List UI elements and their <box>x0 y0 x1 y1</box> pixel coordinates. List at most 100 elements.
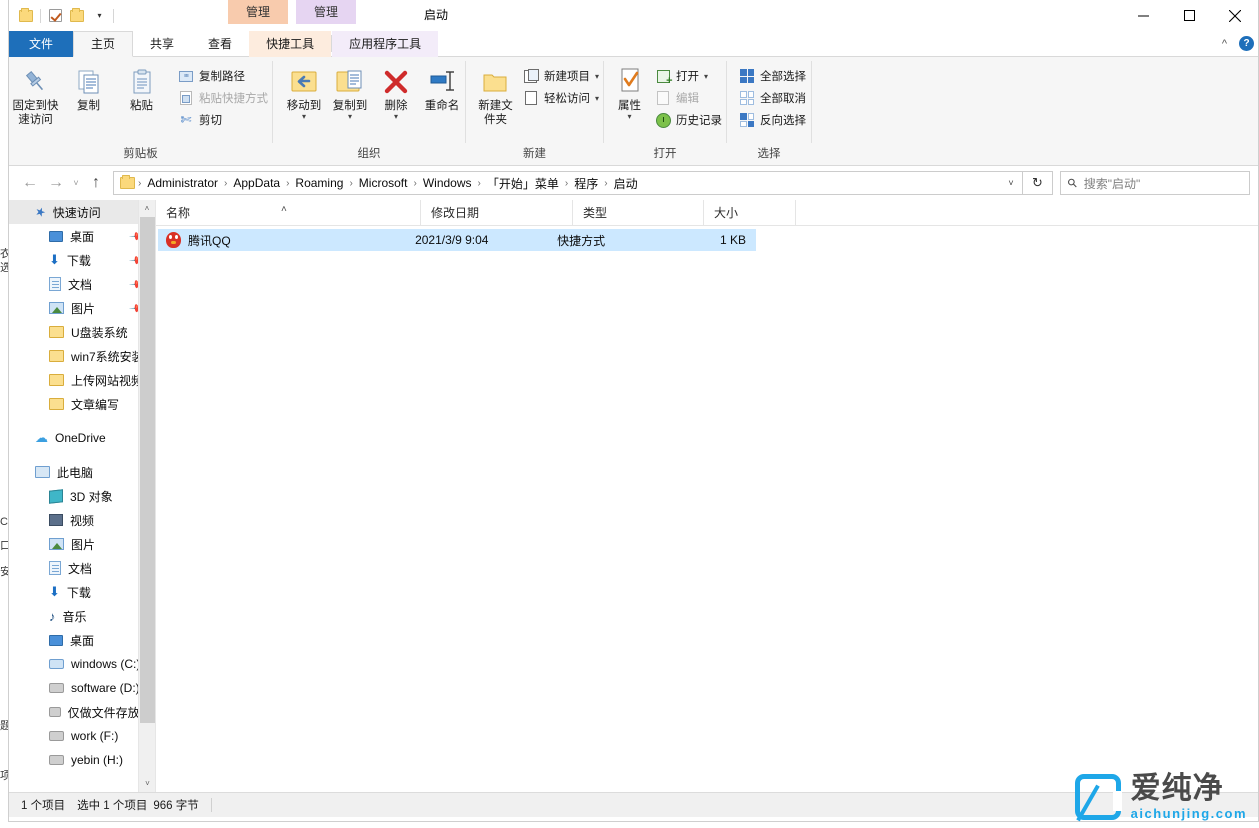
help-icon[interactable]: ? <box>1239 36 1254 51</box>
qat-properties-check-icon[interactable] <box>44 5 66 27</box>
qat-customize-caret-icon[interactable]: ▾ <box>88 5 110 27</box>
collapse-ribbon-icon[interactable]: ^ <box>1222 38 1227 50</box>
watermark-text: 爱纯净 aichunjing.com <box>1131 774 1247 820</box>
delete-button[interactable]: 删除 ▾ <box>373 63 419 120</box>
sidebar-item-downloads[interactable]: ⬇ 下载 <box>9 580 155 604</box>
easy-access-button[interactable]: 轻松访问 ▾ <box>519 87 603 109</box>
new-folder-button[interactable]: 新建文件夹 <box>474 63 517 127</box>
sidebar-label-usb-install: U盘装系统 <box>71 324 128 341</box>
breadcrumb-roaming[interactable]: Roaming <box>290 176 348 190</box>
move-to-button[interactable]: 移动到 ▾ <box>281 63 327 120</box>
breadcrumb-microsoft[interactable]: Microsoft <box>354 176 413 190</box>
pin-to-quick-access-button[interactable]: 固定到快速访问 <box>9 63 62 127</box>
sidebar-item-downloads-qa[interactable]: ⬇ 下载 📌 <box>9 248 155 272</box>
navigation-pane-scrollbar[interactable]: ˄ ˅ <box>138 200 155 792</box>
edit-button[interactable]: 编辑 <box>651 87 726 109</box>
copy-to-button[interactable]: 复制到 ▾ <box>327 63 373 120</box>
file-list-pane[interactable]: 名称 ˄ 修改日期 类型 大小 腾讯QQ 2021/3/9 9:04 <box>156 200 1258 792</box>
sidebar-item-videos[interactable]: 视频 <box>9 508 155 532</box>
sidebar-item-drive-c[interactable]: windows (C:) <box>9 652 155 676</box>
sidebar-item-documents[interactable]: 文档 <box>9 556 155 580</box>
select-all-button[interactable]: 全部选择 <box>735 65 810 87</box>
breadcrumb-startup[interactable]: 启动 <box>609 175 643 192</box>
sidebar-item-drive-h[interactable]: yebin (H:) <box>9 748 155 772</box>
column-header-type[interactable]: 类型 <box>573 200 704 226</box>
contextual-header-shortcut-tools: 管理 <box>228 0 288 24</box>
paste-button[interactable]: 粘贴 <box>115 63 168 113</box>
rename-button[interactable]: 重命名 <box>419 63 465 113</box>
tab-file[interactable]: 文件 <box>9 31 73 57</box>
chevron-down-icon: ▾ <box>97 11 101 20</box>
breadcrumb-dropdown-icon[interactable]: ˅ <box>1000 178 1022 188</box>
qat-new-folder-icon[interactable] <box>66 5 88 27</box>
sidebar-item-drive-f[interactable]: work (F:) <box>9 724 155 748</box>
scroll-down-arrow-icon[interactable]: ˅ <box>139 775 156 792</box>
table-row[interactable]: 腾讯QQ 2021/3/9 9:04 快捷方式 1 KB <box>158 229 756 251</box>
properties-button[interactable]: 属性 ▾ <box>612 63 647 120</box>
sidebar-item-pictures-qa[interactable]: 图片 📌 <box>9 296 155 320</box>
column-header-name[interactable]: 名称 ˄ <box>156 200 421 226</box>
group-label-organize: 组织 <box>273 146 465 166</box>
sidebar-label-downloads: 下载 <box>67 584 91 601</box>
edit-icon <box>655 90 671 106</box>
sidebar-item-upload-video[interactable]: 上传网站视频 <box>9 368 155 392</box>
tab-home[interactable]: 主页 <box>73 31 133 57</box>
sidebar-item-music[interactable]: ♪ 音乐 <box>9 604 155 628</box>
tab-shortcut-tools[interactable]: 快捷工具 <box>249 31 331 57</box>
tab-view[interactable]: 查看 <box>191 31 249 57</box>
breadcrumb-appdata[interactable]: AppData <box>228 176 285 190</box>
sidebar-item-desktop[interactable]: 桌面 <box>9 628 155 652</box>
invert-selection-button[interactable]: 反向选择 <box>735 109 810 131</box>
tab-share[interactable]: 共享 <box>133 31 191 57</box>
refresh-button[interactable]: ↻ <box>1023 171 1053 195</box>
status-selection-count: 选中 1 个项目 <box>65 797 147 813</box>
sidebar-item-usb-install[interactable]: U盘装系统 <box>9 320 155 344</box>
recent-locations-button[interactable]: ˅ <box>69 170 83 196</box>
column-header-date[interactable]: 修改日期 <box>421 200 573 226</box>
new-item-button[interactable]: 新建项目 ▾ <box>519 65 603 87</box>
forward-button[interactable]: → <box>43 170 69 196</box>
copy-button[interactable]: 复制 <box>62 63 115 113</box>
sidebar-item-drive-e[interactable]: 仅做文件存放 (E <box>9 700 155 724</box>
sidebar-item-drive-d[interactable]: software (D:) <box>9 676 155 700</box>
paste-shortcut-button[interactable]: 粘贴快捷方式 <box>174 87 272 109</box>
maximize-button[interactable] <box>1166 0 1212 31</box>
scrollbar-thumb[interactable] <box>140 217 155 723</box>
breadcrumb-programs[interactable]: 程序 <box>569 175 603 192</box>
breadcrumb-start-menu[interactable]: 「开始」菜单 <box>482 175 564 192</box>
sidebar-item-win7-install[interactable]: win7系统安装 <box>9 344 155 368</box>
cut-button[interactable]: ✄ 剪切 <box>174 109 272 131</box>
sidebar-item-3d-objects[interactable]: 3D 对象 <box>9 484 155 508</box>
qat-folder-icon[interactable] <box>15 5 37 27</box>
file-name-label: 腾讯QQ <box>188 232 231 249</box>
sidebar-item-this-pc[interactable]: 此电脑 <box>9 460 155 484</box>
paste-shortcut-label: 粘贴快捷方式 <box>199 90 268 106</box>
breadcrumb-windows[interactable]: Windows <box>418 176 477 190</box>
breadcrumb-administrator[interactable]: Administrator <box>142 176 223 190</box>
search-box[interactable]: ⚲ 搜索"启动" <box>1060 171 1250 195</box>
close-button[interactable] <box>1212 0 1258 31</box>
desktop-icon <box>49 231 63 242</box>
minimize-button[interactable] <box>1120 0 1166 31</box>
contextual-header-application-tools: 管理 <box>296 0 356 24</box>
sidebar-item-onedrive[interactable]: ☁ OneDrive <box>9 426 155 450</box>
copy-path-button[interactable]: ≡≡ 复制路径 <box>174 65 272 87</box>
scroll-up-arrow-icon[interactable]: ˄ <box>139 200 155 217</box>
sidebar-item-pictures[interactable]: 图片 <box>9 532 155 556</box>
select-none-button[interactable]: 全部取消 <box>735 87 810 109</box>
sidebar-item-desktop-qa[interactable]: 桌面 📌 <box>9 224 155 248</box>
history-button[interactable]: 历史记录 <box>651 109 726 131</box>
column-header-size[interactable]: 大小 <box>704 200 796 226</box>
sidebar-item-article-writing[interactable]: 文章编写 <box>9 392 155 416</box>
back-button[interactable]: ← <box>17 170 43 196</box>
sidebar-label-onedrive: OneDrive <box>55 431 106 445</box>
sort-ascending-icon: ˄ <box>281 197 287 223</box>
desktop-icon <box>49 635 63 646</box>
sidebar-item-quick-access[interactable]: ★ 快速访问 <box>9 200 155 224</box>
open-button[interactable]: 打开 ▾ <box>651 65 726 87</box>
tab-application-tools[interactable]: 应用程序工具 <box>332 31 438 57</box>
sidebar-item-documents-qa[interactable]: 文档 📌 <box>9 272 155 296</box>
quick-access-toolbar: ▾ <box>9 5 117 27</box>
breadcrumb-bar[interactable]: › Administrator › AppData › Roaming › Mi… <box>113 171 1023 195</box>
up-button[interactable]: ↑ <box>83 170 109 196</box>
